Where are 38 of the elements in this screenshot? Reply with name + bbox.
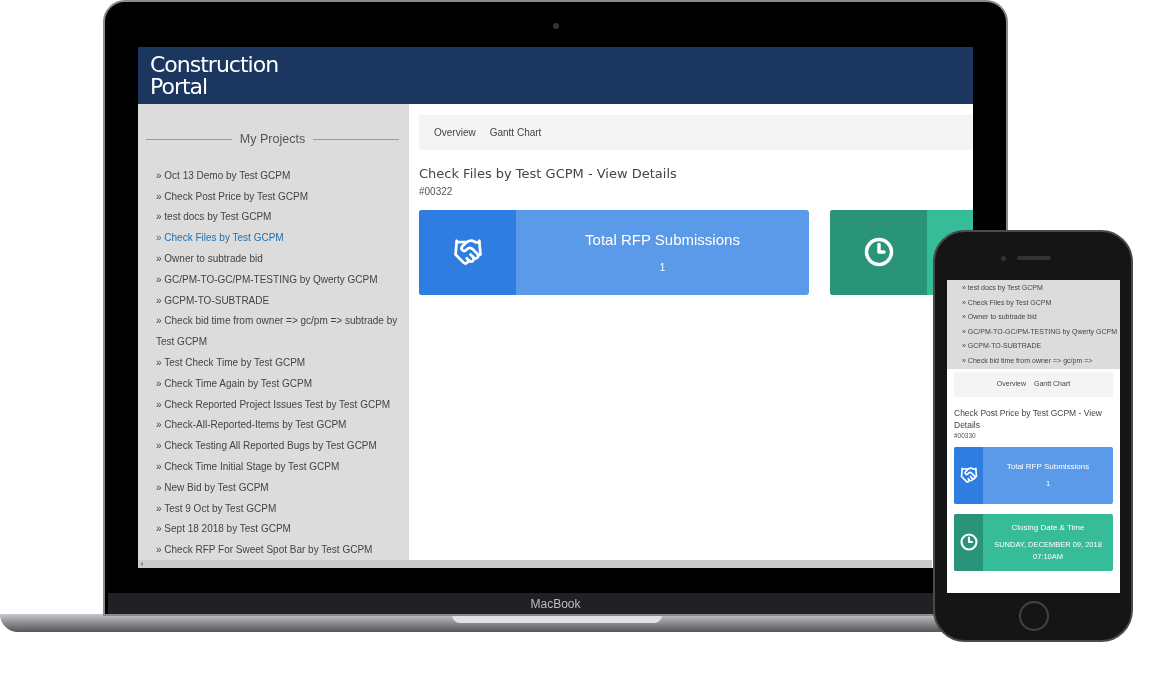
camera-icon xyxy=(553,23,559,29)
project-link[interactable]: » New Bid by Test GCPM xyxy=(156,477,402,499)
project-link[interactable]: » Check Files by Test GCPM xyxy=(156,228,402,249)
brand-title: Construction Portal xyxy=(150,53,280,98)
home-button[interactable] xyxy=(1019,601,1049,631)
project-link[interactable]: » Test Check Time by Test GCPM xyxy=(156,352,402,374)
project-link[interactable]: » Check bid time from owner => gc/pm => subtrade by Test GCPM xyxy=(156,311,402,353)
tab[interactable]: Gantt Chart xyxy=(489,125,542,140)
project-id: #00322 xyxy=(419,184,454,199)
project-link[interactable]: » Check Post Price by Test GCPM xyxy=(156,186,402,208)
project-link[interactable]: » Check Time Initial Stage by Test GCPM xyxy=(156,456,402,478)
project-link[interactable]: » GCPM-TO-SUBTRADE xyxy=(156,290,402,312)
card-value: 1 xyxy=(659,260,666,275)
handshake-icon xyxy=(959,466,978,485)
tab[interactable]: Overview xyxy=(434,125,476,140)
project-link[interactable]: » Oct 13 Demo by Test GCPM xyxy=(156,165,402,187)
clock-icon xyxy=(863,237,894,267)
handshake-icon xyxy=(452,237,483,267)
project-link[interactable]: » Test 9 Oct by Test GCPM xyxy=(156,498,402,520)
phone-camera-icon xyxy=(1001,256,1006,261)
project-link[interactable]: » Check Testing All Reported Bugs by Test GCPM xyxy=(156,436,402,457)
project-link[interactable]: » test docs by Test GCPM xyxy=(156,207,402,229)
card-title: Closing Date & Time xyxy=(1011,521,1085,534)
project-link[interactable]: » Check Time Again by Test GCPM xyxy=(156,373,402,395)
project-link[interactable]: » GC/PM-TO-GC/PM-TESTING by Qwerty GCPM xyxy=(156,269,402,291)
page-title: Check Files by Test GCPM - View Details xyxy=(419,165,678,183)
card-title: Total RFP Submissions xyxy=(585,230,740,251)
device-label: MacBook xyxy=(530,595,581,613)
project-link[interactable]: » Check Reported Project Issues Test by Test GCPM xyxy=(156,394,402,416)
clock-icon xyxy=(959,533,978,552)
page-title: Check Post Price by Test GCPM - View Details xyxy=(954,407,1103,431)
project-link[interactable]: » Owner to subtrade bid xyxy=(156,248,402,270)
card-title: Total RFP Submissions xyxy=(1006,460,1090,473)
project-link[interactable]: » Sept 18 2018 by Test GCPM xyxy=(156,519,402,541)
project-link[interactable]: » Check-All-Reported-Items by Test GCPM xyxy=(156,415,402,437)
sidebar-heading: My Projects xyxy=(239,131,306,148)
scroll-left-icon xyxy=(140,562,143,566)
project-link[interactable]: » Check RFP For Sweet Spot Bar by Test GCPM xyxy=(156,540,402,560)
